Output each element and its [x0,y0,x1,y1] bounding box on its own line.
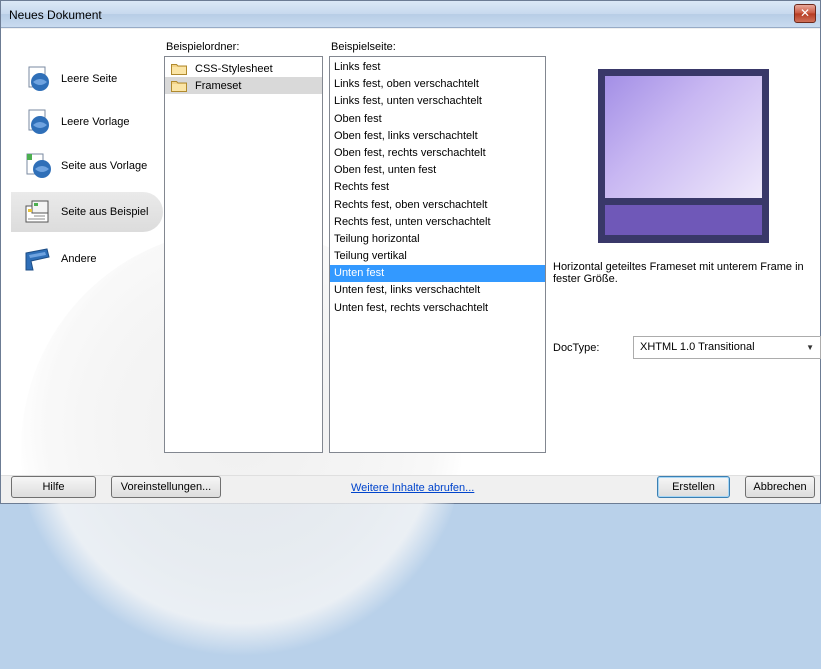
category-other[interactable]: Andere [11,239,163,279]
blank-page-icon [28,66,49,91]
preview-top-frame [605,76,762,198]
sample-page-item[interactable]: Teilung horizontal [330,231,545,248]
blank-template-icon [28,109,49,134]
category-blank-page[interactable]: Leere Seite [11,59,163,99]
doctype-value: XHTML 1.0 Transitional [640,341,755,353]
category-blank-template[interactable]: Leere Vorlage [11,102,163,142]
close-button[interactable]: ✕ [794,4,816,23]
get-more-content-link[interactable]: Weitere Inhalte abrufen... [351,482,474,494]
folder-label: CSS-Stylesheet [195,62,273,75]
window-title: Neues Dokument [9,8,102,22]
page-from-sample-icon [25,200,49,223]
sample-page-item-selected[interactable]: Unten fest [330,265,545,283]
sample-page-item[interactable]: Oben fest, links verschachtelt [330,128,545,145]
sample-page-item[interactable]: Rechts fest, oben verschachtelt [330,197,545,214]
sample-page-item[interactable]: Links fest, oben verschachtelt [330,76,545,93]
sample-folder-list[interactable]: CSS-Stylesheet Frameset [164,56,323,453]
preview-description: Horizontal geteiltes Frameset mit untere… [553,261,804,285]
sample-page-item[interactable]: Oben fest, unten fest [330,162,545,179]
category-label: Leere Seite [61,73,118,85]
sample-page-item[interactable]: Rechts fest, unten verschachtelt [330,214,545,231]
sample-page-item[interactable]: Oben fest, rechts verschachtelt [330,145,545,162]
cancel-button[interactable]: Abbrechen [745,476,815,498]
page-from-template-icon [26,153,51,178]
folder-label: Frameset [195,79,242,92]
category-page-from-template[interactable]: Seite aus Vorlage [11,146,163,186]
sample-page-label: Beispielseite: [331,41,396,53]
layout-preview [598,69,769,243]
folder-icon [171,80,187,92]
category-label: Andere [61,253,97,265]
folder-item-frameset[interactable]: Frameset [165,77,322,94]
sample-folder-label: Beispielordner: [166,41,240,53]
sample-page-item[interactable]: Teilung vertikal [330,248,545,265]
category-label: Leere Vorlage [61,116,130,128]
sample-page-item[interactable]: Unten fest, rechts verschachtelt [330,300,545,317]
dialog-footer: Hilfe Voreinstellungen... Weitere Inhalt… [1,475,820,503]
help-button[interactable]: Hilfe [11,476,96,498]
sample-page-item[interactable]: Links fest [330,59,545,76]
folder-icon [171,63,187,75]
other-icon [25,248,50,271]
category-page-from-sample[interactable]: Seite aus Beispiel [11,192,163,232]
preferences-button[interactable]: Voreinstellungen... [111,476,221,498]
doctype-label: DocType: [553,342,600,354]
preview-bottom-frame [605,205,762,235]
sample-page-item[interactable]: Links fest, unten verschachtelt [330,93,545,110]
category-label: Seite aus Vorlage [61,160,148,172]
create-button[interactable]: Erstellen [657,476,730,498]
sample-page-list[interactable]: Links fest Links fest, oben verschachtel… [329,56,546,453]
sample-page-item[interactable]: Rechts fest [330,179,545,196]
new-document-dialog: Neues Dokument ✕ Leere Seite Leere Vorla… [0,0,821,669]
category-label: Seite aus Beispiel [61,206,149,218]
folder-item-css-stylesheet[interactable]: CSS-Stylesheet [165,60,322,77]
sample-page-item[interactable]: Oben fest [330,111,545,128]
title-bar[interactable]: Neues Dokument ✕ [1,1,820,28]
chevron-down-icon: ▼ [806,343,814,352]
sample-page-item[interactable]: Unten fest, links verschachtelt [330,282,545,299]
doctype-select[interactable]: XHTML 1.0 Transitional ▼ [633,336,821,359]
dialog-body: Leere Seite Leere Vorlage Seite aus Vorl… [1,29,821,669]
